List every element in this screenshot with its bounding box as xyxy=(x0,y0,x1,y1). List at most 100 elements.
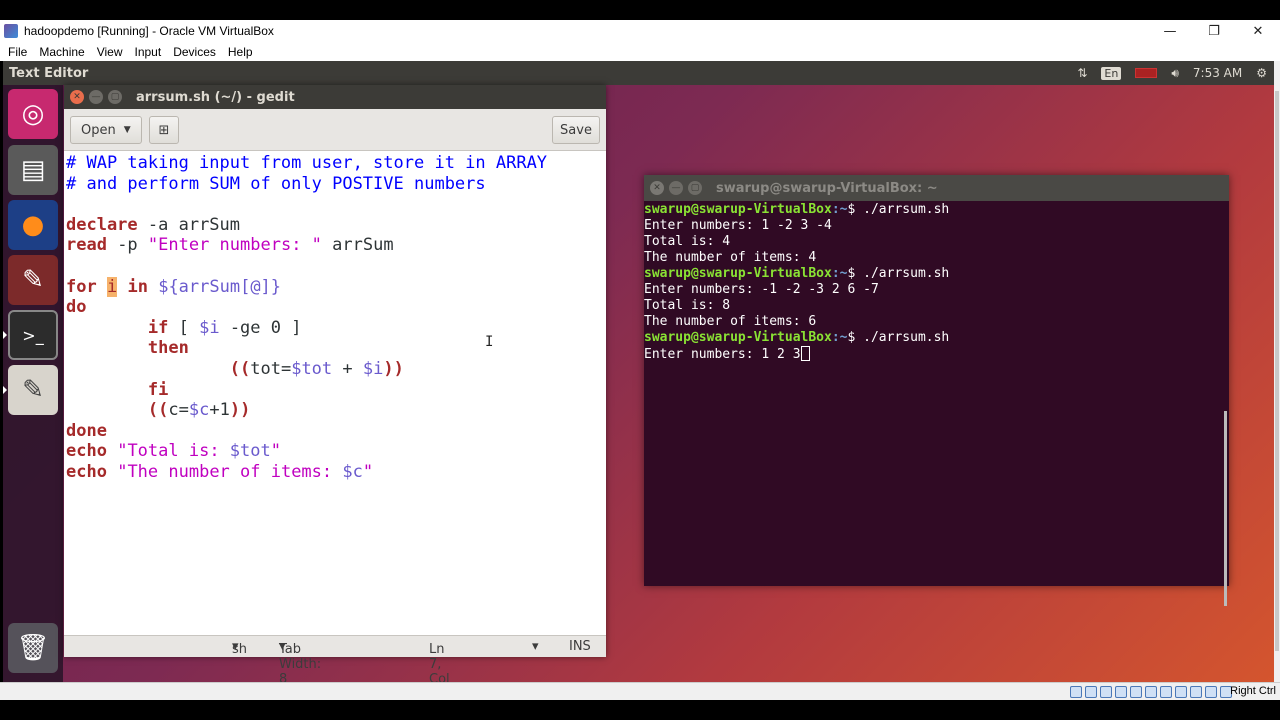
vbox-device-icons xyxy=(1070,686,1232,698)
terminal-maximize-button[interactable]: ▢ xyxy=(688,181,702,195)
wrench-icon: ✎ xyxy=(22,265,44,295)
terminal-line: swarup@swarup-VirtualBox:~$ ./arrsum.sh xyxy=(644,330,950,345)
network-icon[interactable]: ⇅ xyxy=(1077,66,1087,80)
language-selector[interactable]: sh ▾ xyxy=(232,639,247,657)
terminal-line: The number of items: 6 xyxy=(644,314,817,329)
terminal-title: swarup@swarup-VirtualBox: ~ xyxy=(716,180,938,196)
menu-view[interactable]: View xyxy=(97,45,123,59)
position-dropdown-icon[interactable]: ▾ xyxy=(532,639,539,654)
audio-icon[interactable] xyxy=(1100,686,1112,698)
battery-icon[interactable] xyxy=(1135,68,1158,78)
gedit-title: arrsum.sh (~/) - gedit xyxy=(136,89,295,105)
close-button[interactable]: ✕ xyxy=(1236,20,1280,42)
code-line: # WAP taking input from user, store it i… xyxy=(66,153,548,173)
vbox-scrollbar-thumb[interactable] xyxy=(1275,91,1279,651)
menu-help[interactable]: Help xyxy=(228,45,253,59)
optical-drive-icon[interactable] xyxy=(1085,686,1097,698)
terminal-line: swarup@swarup-VirtualBox:~$ ./arrsum.sh xyxy=(644,266,950,281)
new-document-button[interactable]: ⊞ xyxy=(149,116,179,144)
terminal-line: Total is: 8 xyxy=(644,298,731,313)
menu-file[interactable]: File xyxy=(8,45,27,59)
menu-input[interactable]: Input xyxy=(135,45,162,59)
launcher-trash[interactable]: 🗑︎ xyxy=(8,623,58,673)
shared-folders-icon[interactable] xyxy=(1145,686,1157,698)
vbox-menubar: File Machine View Input Devices Help xyxy=(0,42,1280,61)
terminal-body[interactable]: swarup@swarup-VirtualBox:~$ ./arrsum.sh E… xyxy=(644,201,1229,606)
code-line: ((c=$c+1)) xyxy=(147,400,251,421)
menu-devices[interactable]: Devices xyxy=(173,45,216,59)
terminal-icon: >_ xyxy=(22,325,44,345)
code-content[interactable]: # WAP taking input from user, store it i… xyxy=(66,153,547,483)
code-line: for i in ${arrSum[@]} xyxy=(66,276,282,297)
power-gear-icon[interactable]: ⚙ xyxy=(1256,66,1267,80)
open-button-label: Open xyxy=(81,122,116,138)
mouse-integration-icon[interactable] xyxy=(1205,686,1217,698)
unity-launcher: ◎ ▤ ● ✎ >_ ✎ 🗑︎ xyxy=(3,85,63,682)
file-cabinet-icon: ▤ xyxy=(20,155,46,185)
usb-icon[interactable] xyxy=(1130,686,1142,698)
ubuntu-logo-icon: ◎ xyxy=(21,99,45,129)
text-editor-icon: ✎ xyxy=(22,375,44,405)
clock[interactable]: 7:53 AM xyxy=(1193,66,1242,80)
gedit-maximize-button[interactable]: ▢ xyxy=(108,90,122,104)
guest-display[interactable]: Text Editor ⇅ En 🔊︎ 7:53 AM ⚙ ◎ ▤ ● ✎ >_… xyxy=(3,61,1274,682)
launcher-text-editor[interactable]: ✎ xyxy=(8,365,58,415)
hard-disk-icon[interactable] xyxy=(1070,686,1082,698)
vbox-scrollbar[interactable] xyxy=(1274,61,1280,682)
video-capture-icon[interactable] xyxy=(1175,686,1187,698)
insert-mode-indicator[interactable]: INS xyxy=(569,639,591,654)
code-line: do xyxy=(66,297,87,318)
code-line: if [ $i -ge 0 ] xyxy=(147,317,302,338)
gedit-minimize-button[interactable]: — xyxy=(89,90,103,104)
cpu-icon[interactable] xyxy=(1190,686,1202,698)
launcher-terminal[interactable]: >_ xyxy=(8,310,58,360)
launcher-ubuntu-dash[interactable]: ◎ xyxy=(8,89,58,139)
keyboard-layout-indicator[interactable]: En xyxy=(1101,66,1122,80)
launcher-system-settings[interactable]: ✎ xyxy=(8,255,58,305)
restore-button[interactable]: ❐ xyxy=(1192,20,1236,42)
terminal-scrollbar[interactable] xyxy=(1224,411,1227,606)
code-line: then xyxy=(147,338,189,359)
terminal-line: The number of items: 4 xyxy=(644,250,817,265)
terminal-close-button[interactable]: ✕ xyxy=(650,181,664,195)
code-line: declare -a arrSum xyxy=(66,214,241,235)
minimize-button[interactable]: — xyxy=(1148,20,1192,42)
vbox-statusbar: Right Ctrl xyxy=(0,682,1280,700)
save-button[interactable]: Save xyxy=(552,116,600,144)
menu-machine[interactable]: Machine xyxy=(39,45,84,59)
vbox-titlebar: hadoopdemo [Running] - Oracle VM Virtual… xyxy=(0,20,1280,42)
launcher-files[interactable]: ▤ xyxy=(8,145,58,195)
chevron-down-icon: ▼ xyxy=(123,125,131,135)
gedit-close-button[interactable]: ✕ xyxy=(70,90,84,104)
terminal-titlebar: ✕ — ▢ swarup@swarup-VirtualBox: ~ xyxy=(644,175,1229,201)
launcher-firefox[interactable]: ● xyxy=(8,200,58,250)
system-tray: ⇅ En 🔊︎ 7:53 AM ⚙ xyxy=(1070,61,1274,85)
text-cursor: i xyxy=(106,276,118,297)
terminal-line: Total is: 4 xyxy=(644,234,731,249)
terminal-window: ✕ — ▢ swarup@swarup-VirtualBox: ~ swarup… xyxy=(644,175,1229,606)
display-icon[interactable] xyxy=(1160,686,1172,698)
volume-icon[interactable]: 🔊︎ xyxy=(1171,66,1179,81)
terminal-cursor xyxy=(800,346,810,361)
running-indicator-editor xyxy=(3,386,7,394)
ubuntu-top-panel: Text Editor ⇅ En 🔊︎ 7:53 AM ⚙ xyxy=(3,61,1274,85)
code-line: done xyxy=(66,420,107,441)
running-indicator-terminal xyxy=(3,331,7,339)
terminal-minimize-button[interactable]: — xyxy=(669,181,683,195)
code-editor[interactable]: # WAP taking input from user, store it i… xyxy=(64,151,606,635)
firefox-icon: ● xyxy=(21,210,45,240)
letterbox-bottom xyxy=(0,700,1280,720)
terminal-line: swarup@swarup-VirtualBox:~$ ./arrsum.sh xyxy=(644,202,950,217)
network-adapter-icon[interactable] xyxy=(1115,686,1127,698)
terminal-output: swarup@swarup-VirtualBox:~$ ./arrsum.sh E… xyxy=(644,202,949,363)
open-button[interactable]: Open ▼ xyxy=(70,116,142,144)
code-line: fi xyxy=(147,379,169,400)
code-line: echo "The number of items: $c" xyxy=(66,461,374,482)
gedit-titlebar: ✕ — ▢ arrsum.sh (~/) - gedit xyxy=(64,85,606,109)
gedit-toolbar: Open ▼ ⊞ Save xyxy=(64,109,606,151)
tab-width-selector[interactable]: Tab Width: 8 ▾ xyxy=(279,639,321,682)
code-line: # and perform SUM of only POSTIVE number… xyxy=(66,173,486,194)
active-app-name: Text Editor xyxy=(9,65,89,81)
gedit-window: ✕ — ▢ arrsum.sh (~/) - gedit Open ▼ ⊞ Sa… xyxy=(64,85,606,682)
